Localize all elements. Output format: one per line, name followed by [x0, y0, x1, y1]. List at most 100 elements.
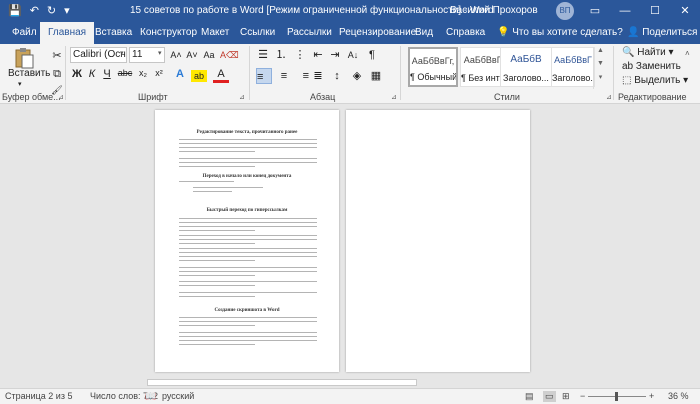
styles-launcher-icon[interactable]: ⊿: [606, 93, 612, 101]
multilevel-list-button[interactable]: ⋮: [292, 47, 308, 63]
increase-indent-button[interactable]: ⇥: [327, 47, 343, 63]
underline-button[interactable]: Ч: [99, 68, 115, 80]
tab-references[interactable]: Ссылки: [240, 22, 275, 44]
zoom-level[interactable]: 36 %: [668, 391, 689, 401]
decrease-indent-button[interactable]: ⇤: [310, 47, 326, 63]
tab-layout[interactable]: Макет: [201, 22, 229, 44]
ribbon: Вставить ▾ ✂ ⧉ 🖌 Буфер обме... ⊿ Calibri…: [0, 44, 700, 104]
align-right-button[interactable]: ≡: [293, 68, 309, 84]
sort-button[interactable]: A↓: [345, 47, 361, 63]
highlight-button[interactable]: ab: [191, 70, 207, 82]
share-button[interactable]: 👤 Поделиться: [627, 22, 697, 44]
user-name[interactable]: Василий Прохоров: [450, 5, 538, 16]
find-button[interactable]: 🔍 Найти ▾: [622, 47, 674, 58]
tab-review[interactable]: Рецензирование: [339, 22, 416, 44]
style-sample: АаБбВвГ: [554, 55, 592, 65]
style-heading-1[interactable]: АаБбВ Заголово...: [500, 47, 552, 87]
scrollbar-thumb[interactable]: [147, 379, 417, 386]
line-spacing-button[interactable]: ↕: [329, 68, 345, 84]
save-icon[interactable]: 💾: [8, 5, 22, 17]
styles-more-icon[interactable]: ▾: [594, 73, 607, 81]
cut-icon[interactable]: ✂: [49, 48, 65, 64]
tab-home[interactable]: Главная: [40, 22, 95, 44]
page-count[interactable]: Страница 2 из 5: [5, 391, 72, 401]
tab-design[interactable]: Конструктор: [140, 22, 197, 44]
page-1[interactable]: Редактирование текста, прочитанного ране…: [155, 110, 339, 372]
ribbon-display-options-icon[interactable]: ▭: [582, 0, 608, 22]
maximize-button[interactable]: ☐: [642, 0, 668, 22]
subscript-button[interactable]: x₂: [135, 68, 151, 78]
language[interactable]: русский: [162, 391, 194, 401]
clipboard-launcher-icon[interactable]: ⊿: [58, 93, 64, 101]
select-button[interactable]: ⬚ Выделить ▾: [622, 75, 688, 86]
document-area[interactable]: Редактирование текста, прочитанного ране…: [0, 104, 700, 377]
font-name-dropdown-icon[interactable]: ▾: [120, 49, 124, 57]
tab-file[interactable]: Файл: [12, 22, 37, 44]
strikethrough-button[interactable]: abc: [117, 68, 133, 78]
text-effects-button[interactable]: A: [172, 68, 188, 80]
document-heading: Быстрый переход по гиперссылкам: [206, 208, 288, 213]
bold-button[interactable]: Ж: [69, 68, 85, 80]
minimize-button[interactable]: —: [612, 0, 638, 22]
font-launcher-icon[interactable]: ⊿: [239, 93, 245, 101]
text-line: [179, 162, 317, 163]
close-button[interactable]: ✕: [672, 0, 698, 22]
zoom-in-button[interactable]: +: [649, 391, 654, 401]
avatar[interactable]: ВП: [556, 2, 574, 20]
copy-icon[interactable]: ⧉: [49, 66, 65, 82]
zoom-slider-thumb[interactable]: [615, 392, 618, 401]
paste-dropdown-icon[interactable]: ▾: [18, 80, 22, 88]
text-line: [179, 147, 317, 148]
italic-button[interactable]: К: [84, 68, 100, 80]
text-line: [179, 243, 255, 244]
style-heading-2[interactable]: АаБбВвГ Заголово...: [551, 47, 595, 87]
read-mode-icon[interactable]: ▤: [525, 391, 534, 402]
replace-button[interactable]: ab Заменить: [622, 61, 681, 72]
tab-mailings[interactable]: Рассылки: [287, 22, 332, 44]
justify-button[interactable]: ≣: [310, 68, 326, 84]
borders-button[interactable]: ▦: [368, 68, 384, 84]
zoom-out-button[interactable]: −: [580, 391, 585, 401]
text-line: [193, 187, 263, 188]
text-line: [179, 321, 317, 322]
customize-qat-icon[interactable]: ▾: [64, 5, 70, 17]
numbering-button[interactable]: ⒈: [273, 47, 289, 63]
shading-button[interactable]: ◈: [349, 68, 365, 84]
horizontal-scrollbar[interactable]: [0, 377, 700, 388]
text-line: [179, 267, 317, 268]
superscript-button[interactable]: x²: [151, 68, 167, 78]
clear-formatting-icon[interactable]: A⌫: [220, 47, 239, 63]
text-line: [179, 239, 317, 240]
align-center-button[interactable]: ≡: [276, 68, 292, 84]
tab-help[interactable]: Справка: [446, 22, 485, 44]
style-normal[interactable]: АаБбВвГг, ¶ Обычный: [408, 47, 458, 87]
select-dropdown-icon[interactable]: ▾: [683, 75, 688, 86]
grow-font-icon[interactable]: A˄: [168, 47, 184, 63]
clipboard-group-label: Буфер обме...: [2, 92, 61, 102]
tell-me-box[interactable]: 💡 Что вы хотите сделать?: [497, 22, 623, 44]
find-dropdown-icon[interactable]: ▾: [669, 47, 674, 58]
show-formatting-button[interactable]: ¶: [364, 47, 380, 63]
font-name-input[interactable]: Calibri (Осн: [70, 47, 127, 63]
redo-icon[interactable]: ↻: [47, 5, 56, 17]
undo-icon[interactable]: ↶: [30, 5, 39, 17]
text-line: [179, 292, 317, 293]
align-left-button[interactable]: ≡: [256, 68, 272, 84]
font-color-button[interactable]: A: [213, 68, 229, 83]
text-line: [179, 158, 317, 159]
tab-view[interactable]: Вид: [415, 22, 433, 44]
font-size-dropdown-icon[interactable]: ▾: [158, 49, 162, 57]
group-divider: [65, 46, 66, 100]
collapse-ribbon-icon[interactable]: ˄: [685, 49, 690, 58]
styles-up-icon[interactable]: ▲: [594, 47, 607, 54]
page-2[interactable]: [346, 110, 530, 372]
shrink-font-icon[interactable]: A˅: [184, 47, 200, 63]
proofing-icon[interactable]: 📖: [145, 391, 156, 402]
paragraph-launcher-icon[interactable]: ⊿: [391, 93, 397, 101]
tab-insert[interactable]: Вставка: [95, 22, 132, 44]
bullets-button[interactable]: ☰: [255, 47, 271, 63]
styles-down-icon[interactable]: ▼: [594, 60, 607, 67]
web-layout-icon[interactable]: ⊞: [562, 391, 570, 402]
print-layout-icon[interactable]: ▭: [543, 391, 556, 402]
change-case-icon[interactable]: Aa: [201, 47, 217, 63]
